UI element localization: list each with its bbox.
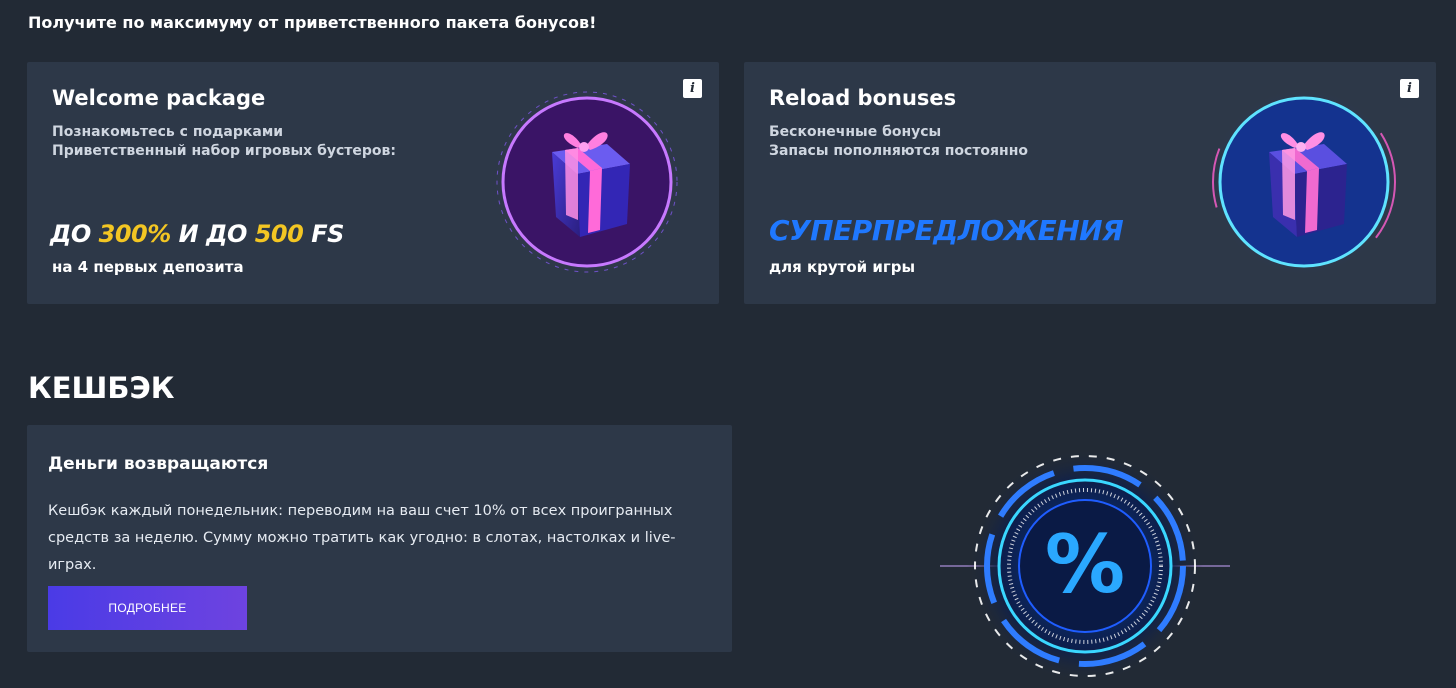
page-heading: Получите по максимуму от приветственного… (28, 13, 597, 32)
promo-prefix: ДО (50, 220, 99, 248)
cashback-card: Деньги возвращаются Кешбэк каждый понеде… (27, 425, 732, 652)
welcome-card-line1: Познакомьтесь с подарками (52, 124, 284, 140)
promo-fs-count: 500 (254, 220, 304, 248)
percent-symbol: % (1045, 518, 1125, 611)
reload-bonuses-card: Reload bonuses Бесконечные бонусы Запасы… (744, 62, 1436, 304)
reload-card-line2: Запасы пополняются постоянно (769, 143, 1029, 159)
promo-middle: И ДО (170, 220, 255, 248)
promo-suffix: FS (303, 220, 344, 248)
reload-card-line1: Бесконечные бонусы (769, 124, 942, 140)
welcome-package-card: Welcome package Познакомьтесь с подаркам… (27, 62, 719, 304)
reload-promo: СУПЕРПРЕДЛОЖЕНИЯ (769, 214, 1124, 247)
reload-card-title: Reload bonuses (769, 86, 957, 110)
gift-box-purple-ring-icon (492, 87, 682, 277)
cashback-card-title: Деньги возвращаются (48, 454, 269, 474)
welcome-promo: ДО 300% И ДО 500 FS (50, 220, 344, 248)
gift-box-blue-ring-icon (1209, 87, 1399, 277)
promo-percent: 300% (98, 220, 172, 248)
details-button[interactable]: ПОДРОБНЕЕ (48, 586, 247, 630)
reload-card-footer: для крутой игры (769, 258, 916, 276)
cashback-section-title: КЕШБЭК (28, 371, 175, 405)
welcome-card-title: Welcome package (52, 86, 266, 110)
cashback-description: Кешбэк каждый понедельник: переводим на … (48, 503, 676, 573)
welcome-card-footer: на 4 первых депозита (52, 258, 244, 276)
welcome-card-line2: Приветственный набор игровых бустеров: (52, 143, 396, 159)
percent-ring-icon: % (940, 448, 1230, 684)
